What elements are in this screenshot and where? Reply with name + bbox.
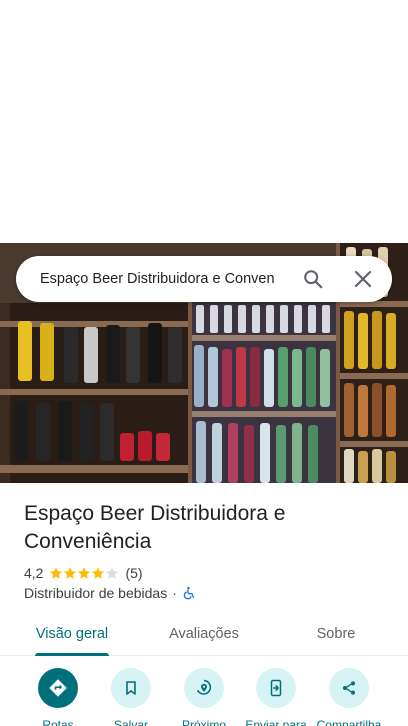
wheelchair-icon[interactable] — [182, 586, 196, 600]
send-to-phone-button[interactable]: Enviar para — [238, 668, 314, 726]
close-icon[interactable] — [348, 264, 378, 294]
category-row: Distribuidor de bebidas · — [24, 584, 196, 602]
rating-stars — [49, 566, 119, 580]
place-title: Espaço Beer Distribuidora e Conveniência — [24, 502, 286, 553]
tab-label: Visão geral — [35, 626, 109, 642]
star-icon — [64, 567, 77, 579]
tab-about[interactable]: Sobre — [290, 612, 382, 656]
review-count[interactable]: (5) — [125, 565, 142, 581]
tab-overview[interactable]: Visão geral — [22, 612, 122, 656]
nearby-icon — [184, 668, 224, 708]
star-empty-icon — [106, 567, 119, 579]
tab-label: Avaliações — [169, 626, 239, 642]
action-label: Salvar — [113, 718, 148, 726]
star-icon — [50, 567, 63, 579]
save-button[interactable]: Salvar — [93, 668, 169, 726]
action-label: Próximo — [181, 718, 226, 726]
action-bar: Rotas Salvar Próximo Enviar para Compart… — [0, 668, 408, 726]
star-icon — [78, 567, 91, 579]
star-icon — [92, 567, 105, 579]
map-blank-area — [0, 0, 408, 243]
active-tab-indicator — [35, 653, 109, 656]
tab-label: Sobre — [316, 626, 356, 642]
search-icon[interactable] — [298, 264, 328, 294]
rating-value: 4,2 — [24, 565, 44, 581]
directions-icon — [38, 668, 78, 708]
tab-reviews[interactable]: Avaliações — [154, 612, 254, 656]
tab-bar: Visão geral Avaliações Sobre — [0, 612, 408, 656]
bookmark-icon — [111, 668, 151, 708]
search-bar[interactable]: Espaço Beer Distribuidora e Conven — [16, 256, 392, 302]
place-category: Distribuidor de bebidas — [24, 585, 168, 601]
nearby-button[interactable]: Próximo — [166, 668, 242, 726]
separator: · — [172, 585, 177, 601]
send-to-phone-icon — [256, 668, 296, 708]
share-icon — [329, 668, 369, 708]
share-button[interactable]: Compartilha — [311, 668, 387, 726]
search-input[interactable]: Espaço Beer Distribuidora e Conven — [40, 271, 288, 287]
action-label: Enviar para — [245, 718, 307, 726]
action-label: Compartilha — [316, 718, 382, 726]
directions-button[interactable]: Rotas — [20, 668, 96, 726]
rating-row[interactable]: 4,2 (5) — [24, 564, 143, 582]
action-label: Rotas — [42, 718, 74, 726]
